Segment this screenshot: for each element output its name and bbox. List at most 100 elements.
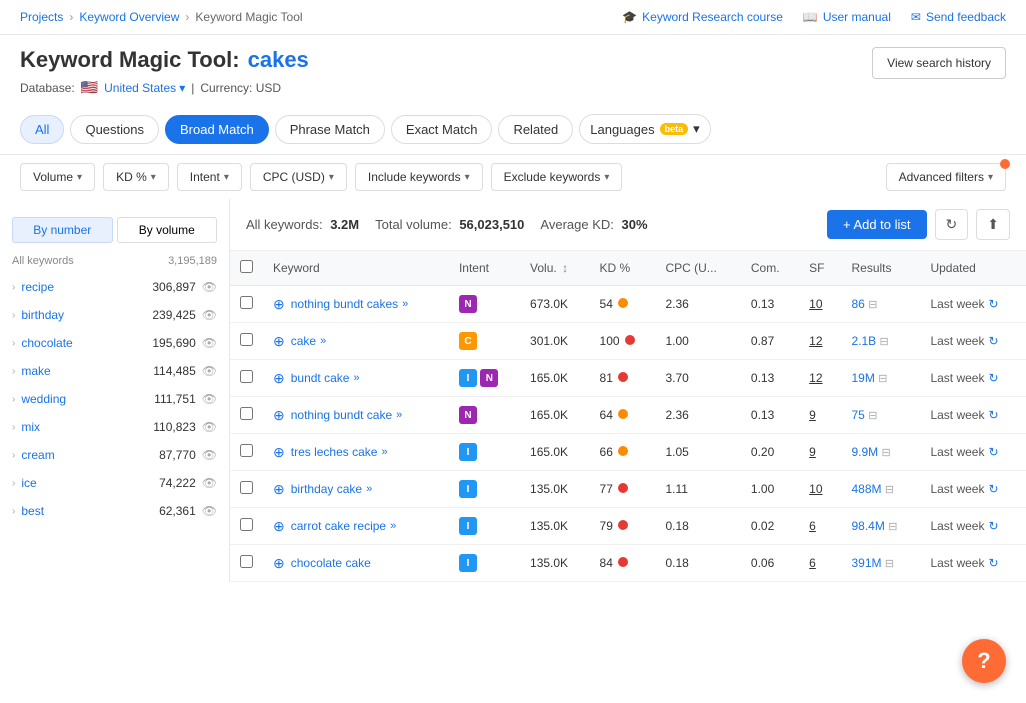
sidebar-item[interactable]: › birthday 239,425 👁 <box>0 301 229 329</box>
sort-by-volume-button[interactable]: By volume <box>117 217 218 243</box>
add-keyword-icon[interactable]: ⊕ <box>273 407 285 424</box>
send-feedback-link[interactable]: ✉ Send feedback <box>911 10 1006 24</box>
row-checkbox[interactable] <box>240 444 253 457</box>
view-history-button[interactable]: View search history <box>872 47 1006 79</box>
row-checkbox[interactable] <box>240 333 253 346</box>
sidebar-item[interactable]: › recipe 306,897 👁 <box>0 273 229 301</box>
sf-link[interactable]: 9 <box>809 408 816 422</box>
tab-phrase-match[interactable]: Phrase Match <box>275 115 385 144</box>
eye-icon[interactable]: 👁 <box>202 336 217 350</box>
sf-link[interactable]: 10 <box>809 297 822 311</box>
volume-filter[interactable]: Volume ▾ <box>20 163 95 191</box>
help-button[interactable]: ? <box>962 639 1006 683</box>
refresh-icon[interactable]: ↻ <box>988 371 998 385</box>
tab-broad-match[interactable]: Broad Match <box>165 115 269 144</box>
results-link[interactable]: 98.4M <box>852 519 885 533</box>
refresh-button[interactable]: ↻ <box>935 209 969 240</box>
keyword-link[interactable]: tres leches cake » <box>291 445 388 459</box>
refresh-icon[interactable]: ↻ <box>988 334 998 348</box>
export-button[interactable]: ⬆ <box>976 209 1010 240</box>
sidebar-item[interactable]: › cream 87,770 👁 <box>0 441 229 469</box>
breadcrumb-keyword-overview[interactable]: Keyword Overview <box>79 10 179 24</box>
keyword-research-course-link[interactable]: 🎓 Keyword Research course <box>622 10 783 24</box>
keyword-link[interactable]: chocolate cake <box>291 556 371 570</box>
results-link[interactable]: 86 <box>852 297 865 311</box>
refresh-icon[interactable]: ↻ <box>988 482 998 496</box>
row-checkbox[interactable] <box>240 555 253 568</box>
eye-icon[interactable]: 👁 <box>202 364 217 378</box>
com-cell: 0.20 <box>741 434 799 471</box>
refresh-icon[interactable]: ↻ <box>988 519 998 533</box>
sf-link[interactable]: 10 <box>809 482 822 496</box>
eye-icon[interactable]: 👁 <box>202 448 217 462</box>
tab-all[interactable]: All <box>20 115 64 144</box>
sf-link[interactable]: 6 <box>809 519 816 533</box>
add-to-list-button[interactable]: + Add to list <box>827 210 927 239</box>
results-link[interactable]: 9.9M <box>852 445 879 459</box>
tab-languages[interactable]: Languages beta ▾ <box>579 114 710 144</box>
eye-icon[interactable]: 👁 <box>202 504 217 518</box>
include-keywords-filter[interactable]: Include keywords ▾ <box>355 163 483 191</box>
refresh-icon[interactable]: ↻ <box>988 408 998 422</box>
tab-questions[interactable]: Questions <box>70 115 159 144</box>
advanced-filters-button[interactable]: Advanced filters ▾ <box>886 163 1006 191</box>
eye-icon[interactable]: 👁 <box>202 308 217 322</box>
add-keyword-icon[interactable]: ⊕ <box>273 444 285 461</box>
select-all-checkbox[interactable] <box>240 260 253 273</box>
keyword-link[interactable]: bundt cake » <box>291 371 360 385</box>
sidebar-item[interactable]: › ice 74,222 👁 <box>0 469 229 497</box>
sidebar-item[interactable]: › mix 110,823 👁 <box>0 413 229 441</box>
kd-dot <box>618 409 628 419</box>
refresh-icon[interactable]: ↻ <box>988 445 998 459</box>
table-body: ⊕nothing bundt cakes »N673.0K542.360.131… <box>230 286 1026 582</box>
tabs-row: All Questions Broad Match Phrase Match E… <box>0 104 1026 155</box>
refresh-icon[interactable]: ↻ <box>988 556 998 570</box>
table-icon: ⊟ <box>885 484 894 496</box>
breadcrumb-projects[interactable]: Projects <box>20 10 63 24</box>
keyword-link[interactable]: nothing bundt cake » <box>291 408 403 422</box>
row-checkbox[interactable] <box>240 407 253 420</box>
sf-link[interactable]: 9 <box>809 445 816 459</box>
eye-icon[interactable]: 👁 <box>202 392 217 406</box>
add-keyword-icon[interactable]: ⊕ <box>273 370 285 387</box>
sidebar-item[interactable]: › best 62,361 👁 <box>0 497 229 525</box>
results-link[interactable]: 19M <box>852 371 875 385</box>
add-keyword-icon[interactable]: ⊕ <box>273 296 285 313</box>
kd-filter[interactable]: KD % ▾ <box>103 163 169 191</box>
database-selector[interactable]: United States ▾ <box>104 81 185 95</box>
add-keyword-icon[interactable]: ⊕ <box>273 333 285 350</box>
keyword-link[interactable]: cake » <box>291 334 326 348</box>
results-link[interactable]: 488M <box>852 482 882 496</box>
cpc-filter[interactable]: CPC (USD) ▾ <box>250 163 347 191</box>
sidebar-item[interactable]: › wedding 111,751 👁 <box>0 385 229 413</box>
sidebar-item[interactable]: › make 114,485 👁 <box>0 357 229 385</box>
tab-related[interactable]: Related <box>498 115 573 144</box>
add-keyword-icon[interactable]: ⊕ <box>273 555 285 572</box>
keyword-link[interactable]: carrot cake recipe » <box>291 519 397 533</box>
keyword-link[interactable]: birthday cake » <box>291 482 373 496</box>
tab-exact-match[interactable]: Exact Match <box>391 115 493 144</box>
row-checkbox[interactable] <box>240 370 253 383</box>
eye-icon[interactable]: 👁 <box>202 476 217 490</box>
sf-link[interactable]: 6 <box>809 556 816 570</box>
row-checkbox[interactable] <box>240 481 253 494</box>
row-checkbox[interactable] <box>240 518 253 531</box>
sidebar-item[interactable]: › chocolate 195,690 👁 <box>0 329 229 357</box>
sf-link[interactable]: 12 <box>809 334 822 348</box>
th-volume[interactable]: Volu. ↕ <box>520 251 590 286</box>
sf-link[interactable]: 12 <box>809 371 822 385</box>
intent-filter[interactable]: Intent ▾ <box>177 163 242 191</box>
add-keyword-icon[interactable]: ⊕ <box>273 518 285 535</box>
keyword-link[interactable]: nothing bundt cakes » <box>291 297 409 311</box>
row-checkbox[interactable] <box>240 296 253 309</box>
sort-by-number-button[interactable]: By number <box>12 217 113 243</box>
results-link[interactable]: 75 <box>852 408 865 422</box>
refresh-icon[interactable]: ↻ <box>988 297 998 311</box>
results-link[interactable]: 2.1B <box>852 334 877 348</box>
eye-icon[interactable]: 👁 <box>202 420 217 434</box>
eye-icon[interactable]: 👁 <box>202 280 217 294</box>
results-link[interactable]: 391M <box>852 556 882 570</box>
add-keyword-icon[interactable]: ⊕ <box>273 481 285 498</box>
exclude-keywords-filter[interactable]: Exclude keywords ▾ <box>491 163 623 191</box>
user-manual-link[interactable]: 📖 User manual <box>803 10 891 24</box>
